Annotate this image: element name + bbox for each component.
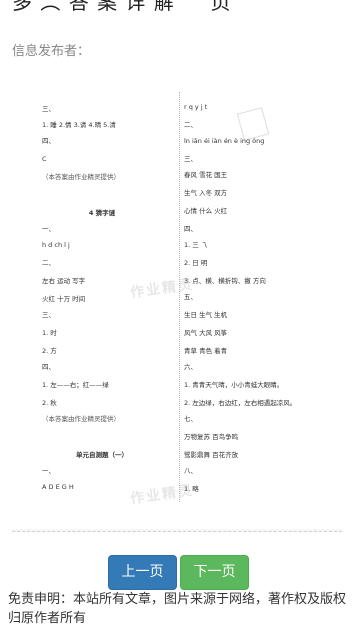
answer-line: 1. 三 乁 [184, 241, 208, 249]
answer-line: 一、 [42, 225, 55, 233]
answer-line: 六、 [184, 363, 197, 371]
publisher-label: 信息发布者： [12, 44, 91, 59]
answer-line: 2. 日 明 [184, 259, 208, 267]
answer-line: 四、 [42, 363, 55, 371]
answer-line: 火红 十万 时间 [42, 295, 86, 303]
answer-line: A D E G H [42, 483, 74, 491]
answer-line: ln iān éi iàn én è ing óng [184, 137, 265, 145]
answer-line: 二、 [184, 121, 197, 129]
answer-line: C [42, 155, 47, 163]
answer-line: 一、 [42, 467, 55, 475]
disclaimer-text: 免责申明：本站所有文章，图片来源于网络，著作权及版权归原作者所有 [8, 592, 347, 626]
answer-line: 风气 大风 风筝 [184, 329, 228, 337]
answer-line: （本答案由作业精灵提供） [42, 173, 120, 181]
answer-line: 单元自测题（一） [76, 451, 128, 459]
answer-line: h d ch l j [42, 241, 70, 249]
answer-line: 生日 生气 生机 [184, 311, 228, 319]
answer-line: 鹭影鼎舞 百花齐放 [184, 451, 239, 459]
answer-line: 心情 什么 火红 [184, 207, 228, 215]
answer-line: 1. 睡 2.情 3.请 4.晴 5.清 [42, 121, 116, 129]
answer-line: （本答案由作业精灵提供） [42, 415, 120, 423]
answer-line: 左右 运动 写字 [42, 277, 86, 285]
answer-line: 三、 [42, 311, 55, 319]
page-title: 多 ︵ 答 案 详 解 ︶ 页 [12, 0, 232, 14]
answer-line: 三、 [42, 105, 55, 113]
answer-line: 1. 青青天气晴，小小青蛙大眼睛。 [184, 381, 284, 389]
answer-line: 4 猜字谜 [88, 209, 116, 217]
answer-line: 1. 时 [42, 329, 57, 337]
answer-line: 2. 方 [42, 347, 57, 355]
answer-line: 七、 [184, 415, 197, 423]
next-page-button[interactable]: 下一页 [180, 555, 249, 590]
answer-line: 2. 秋 [42, 399, 57, 407]
answer-line: 三、 [184, 155, 197, 163]
answer-line: 3. 点、横、横折钩、撇 方向 [184, 277, 266, 285]
answer-line: 1. 左——右；红——绿 [42, 381, 109, 389]
answer-line: r q y j t [184, 103, 208, 111]
answer-line: 四、 [42, 137, 55, 145]
answer-line: 青草 青色 着青 [184, 347, 228, 355]
answer-line: 二、 [42, 259, 55, 267]
answer-sheet-image: 三、 1. 睡 2.情 3.请 4.晴 5.清 四、 C （本答案由作业精灵提供） 4 猜… [12, 64, 342, 532]
answer-line: 四、 [184, 225, 197, 233]
answer-line: 生气 入冬 双方 [184, 189, 228, 197]
prev-page-button[interactable]: 上一页 [108, 555, 177, 590]
column-divider [179, 92, 180, 502]
answer-line: 八、 [184, 467, 197, 475]
answer-sheet-paper: 三、 1. 睡 2.情 3.请 4.晴 5.清 四、 C （本答案由作业精灵提供） 4 猜… [12, 64, 342, 529]
answer-line: 春风 雪花 国王 [184, 171, 228, 179]
answer-line: 2. 左边绿，右边红，左右相遇起凉风。 [184, 399, 297, 407]
answer-line: 万物复苏 百鸟争鸣 [184, 433, 239, 441]
answer-line: 五、 [184, 293, 197, 301]
